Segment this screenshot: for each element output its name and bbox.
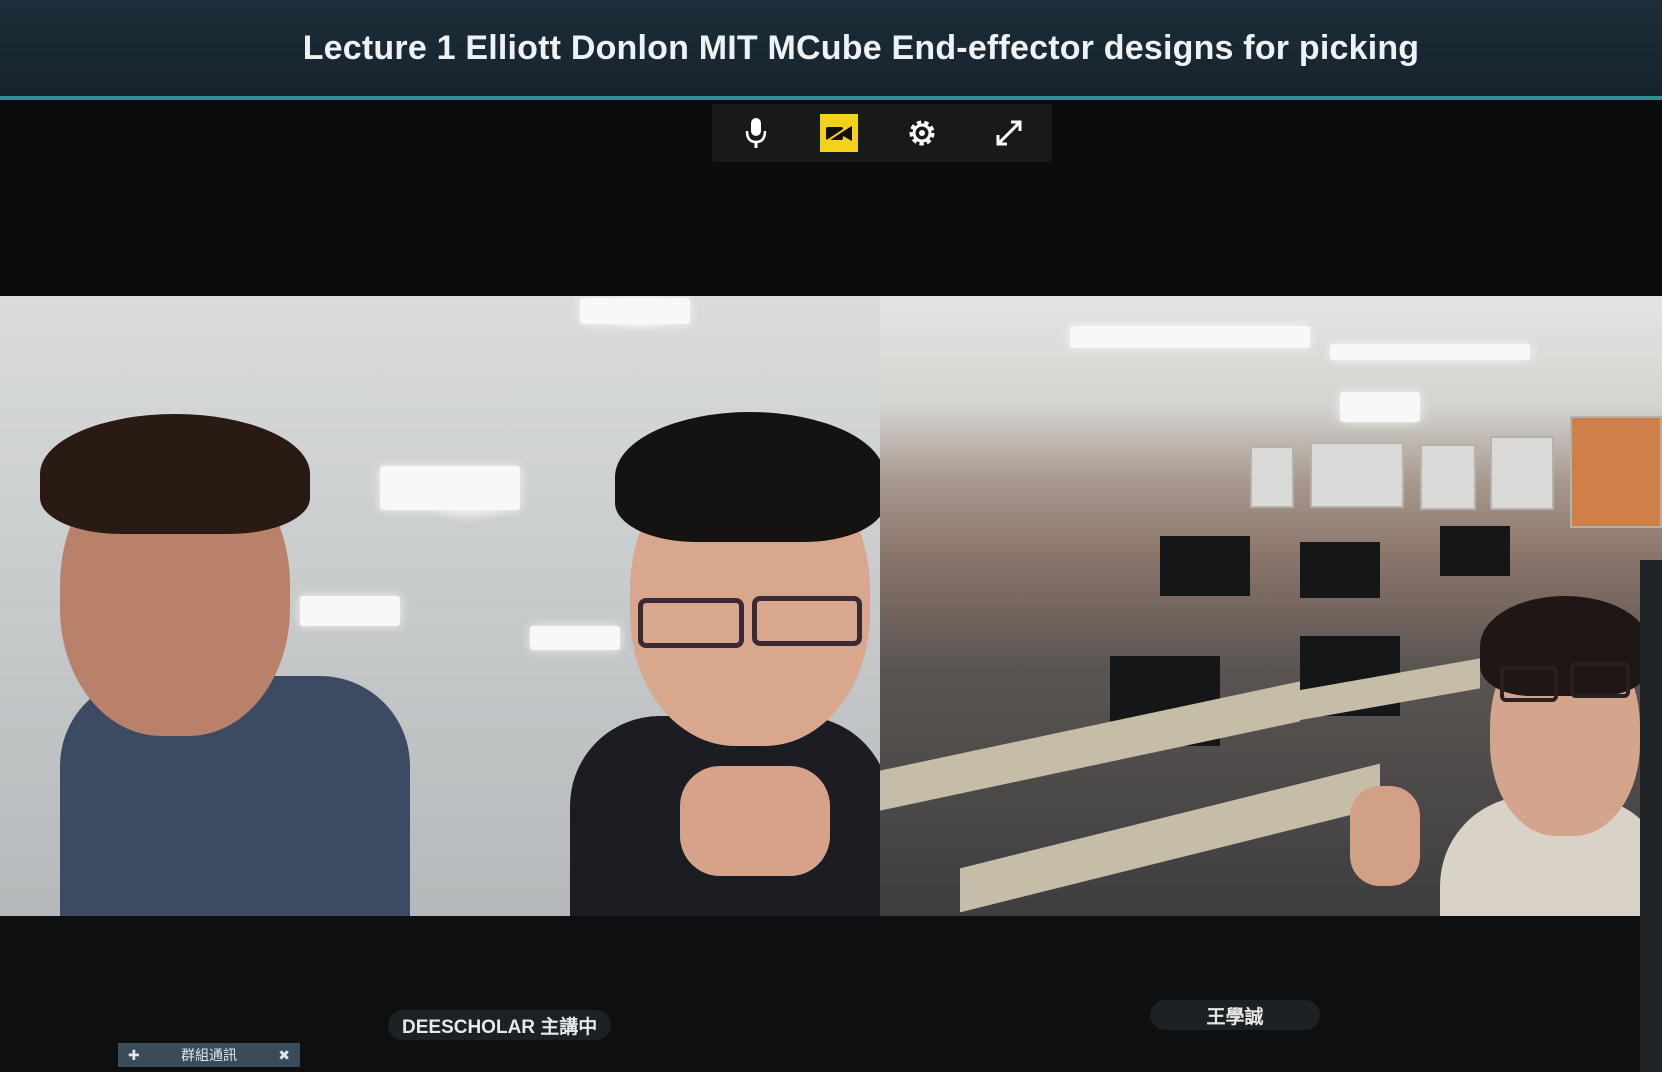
ceiling-light xyxy=(1330,344,1530,360)
camera-button[interactable] xyxy=(819,114,858,152)
wall-poster xyxy=(1420,444,1476,510)
wall-poster xyxy=(1310,442,1404,508)
ceiling-light xyxy=(380,466,520,510)
classroom-desk xyxy=(880,681,1300,811)
classroom-monitor xyxy=(1300,542,1380,598)
participant-name-label: 王學誠 xyxy=(1150,1000,1320,1030)
video-conference-window: Lecture 1 Elliott Donlon MIT MCube End-e… xyxy=(0,0,1662,1072)
settings-gear-icon xyxy=(909,120,934,146)
video-stage xyxy=(0,296,1662,916)
lecture-title: Lecture 1 Elliott Donlon MIT MCube End-e… xyxy=(302,28,1420,67)
ceiling-light xyxy=(580,298,690,324)
plus-icon[interactable]: ✚ xyxy=(128,1047,140,1064)
close-icon[interactable]: ✖ xyxy=(278,1047,290,1064)
video-tile-classroom[interactable] xyxy=(880,296,1662,916)
settings-button[interactable] xyxy=(899,110,945,156)
camera-icon xyxy=(825,124,852,142)
wall-poster xyxy=(1250,446,1294,508)
wall-poster xyxy=(1570,416,1662,528)
ceiling-light xyxy=(530,626,620,650)
side-panel-edge xyxy=(1640,560,1662,1072)
classroom-monitor xyxy=(1440,526,1510,576)
video-tile-speaker[interactable] xyxy=(0,296,880,916)
call-toolbar xyxy=(712,104,1052,162)
classroom-desk xyxy=(960,763,1380,913)
classroom-monitor xyxy=(1160,536,1250,596)
ceiling-light xyxy=(1340,392,1420,422)
participant-name-label: DEESCHOLAR 主講中 xyxy=(388,1010,612,1040)
microphone-button[interactable] xyxy=(733,110,779,156)
fullscreen-button[interactable] xyxy=(986,110,1032,156)
title-bar: Lecture 1 Elliott Donlon MIT MCube End-e… xyxy=(0,0,1662,100)
ceiling-light xyxy=(300,596,400,626)
mini-panel-label: 群組通訊 xyxy=(181,1047,237,1063)
fullscreen-icon xyxy=(996,120,1021,146)
wall-poster xyxy=(1490,436,1554,510)
microphone-icon xyxy=(745,118,766,148)
ceiling-light xyxy=(1070,326,1310,348)
mini-panel-bar[interactable]: ✚ 群組通訊 ✖ xyxy=(118,1043,300,1067)
